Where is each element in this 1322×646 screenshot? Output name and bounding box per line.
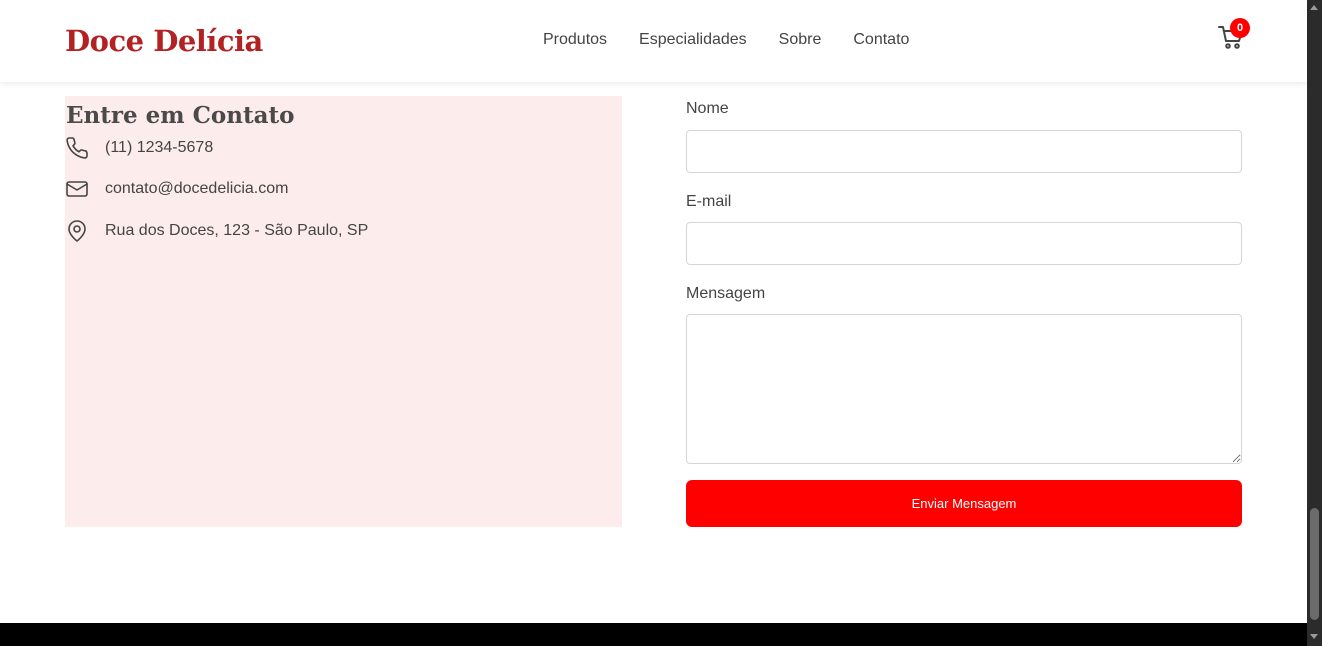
cart-count-badge: 0 bbox=[1230, 18, 1250, 38]
contact-info-title: Entre em Contato bbox=[66, 102, 295, 129]
name-label: Nome bbox=[686, 100, 729, 117]
scrollbar-thumb[interactable] bbox=[1310, 508, 1319, 620]
footer bbox=[0, 623, 1307, 646]
contact-phone: (11) 1234-5678 bbox=[105, 139, 214, 156]
email-input[interactable] bbox=[686, 222, 1242, 265]
contact-email: contato@docedelicia.com bbox=[105, 180, 289, 197]
phone-icon bbox=[66, 137, 88, 159]
contact-phone-row: (11) 1234-5678 bbox=[65, 136, 213, 160]
nav-link-especialidades[interactable]: Especialidades bbox=[639, 31, 747, 49]
contact-email-row: contato@docedelicia.com bbox=[65, 177, 288, 201]
scroll-down-arrow-icon[interactable] bbox=[1310, 634, 1318, 639]
mail-icon bbox=[66, 181, 88, 197]
contact-info-panel: Entre em Contato (11) 1234-5678 contato@… bbox=[65, 96, 622, 527]
email-label: E-mail bbox=[686, 193, 732, 210]
map-pin-icon bbox=[68, 220, 86, 242]
nav-link-sobre[interactable]: Sobre bbox=[779, 31, 822, 49]
page-scrollbar[interactable] bbox=[1307, 0, 1322, 646]
scroll-up-arrow-icon[interactable] bbox=[1310, 5, 1318, 10]
contact-address: Rua dos Doces, 123 - São Paulo, SP bbox=[105, 222, 369, 239]
site-logo[interactable]: Doce Delícia bbox=[65, 24, 263, 58]
contact-address-row: Rua dos Doces, 123 - São Paulo, SP bbox=[65, 219, 368, 243]
message-label: Mensagem bbox=[686, 285, 766, 302]
message-textarea[interactable] bbox=[686, 314, 1242, 464]
main-nav: Produtos Especialidades Sobre Contato bbox=[543, 31, 909, 49]
site-header: Doce Delícia Produtos Especialidades Sob… bbox=[0, 0, 1307, 82]
submit-button[interactable]: Enviar Mensagem bbox=[686, 480, 1242, 527]
nav-link-produtos[interactable]: Produtos bbox=[543, 31, 607, 49]
nav-link-contato[interactable]: Contato bbox=[853, 31, 909, 49]
name-input[interactable] bbox=[686, 130, 1242, 173]
